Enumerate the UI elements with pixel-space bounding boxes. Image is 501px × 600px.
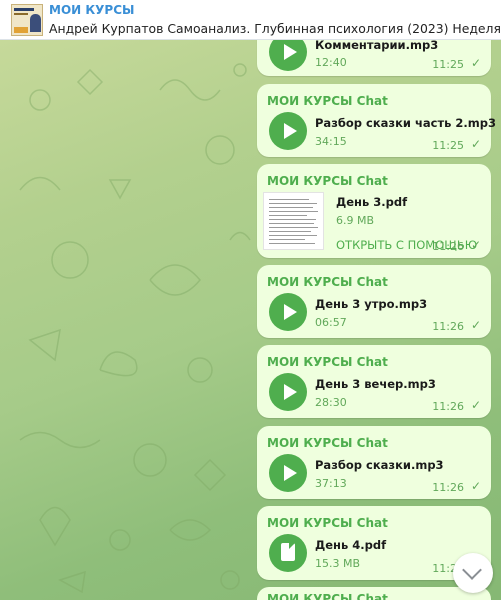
check-icon: ✓ (470, 479, 481, 493)
pinned-subtitle[interactable]: Андрей Курпатов Самоанализ. Глубинная пс… (49, 21, 501, 36)
file-name: День 3.pdf (336, 195, 408, 209)
file-size: 15.3 MB (315, 557, 361, 570)
play-icon[interactable] (269, 112, 307, 150)
message-bubble[interactable]: МОИ КУРСЫ Chat Разбор сказки часть 2.mp3… (257, 84, 496, 157)
audio-duration: 12:40 (315, 56, 347, 69)
sender-name[interactable]: МОИ КУРСЫ Chat (267, 355, 388, 369)
file-name: День 3 вечер.mp3 (315, 377, 436, 391)
sender-name[interactable]: МОИ КУРСЫ Chat (267, 174, 388, 188)
message-bubble[interactable]: МОИ КУРСЫ Chat Разбор сказки.mp3 37:13 1… (257, 426, 491, 499)
sender-name[interactable]: МОИ КУРСЫ Chat (267, 516, 388, 530)
chevron-down-icon (462, 560, 482, 580)
sender-name[interactable]: МОИ КУРСЫ Chat (267, 436, 388, 450)
pdf-thumbnail[interactable] (263, 192, 324, 250)
audio-duration: 28:30 (315, 396, 347, 409)
play-icon[interactable] (269, 293, 307, 331)
check-icon: ✓ (470, 318, 481, 332)
sender-name[interactable]: МОИ КУРСЫ Chat (267, 275, 388, 289)
message-bubble[interactable]: МОИ КУРСЫ Chat (257, 587, 491, 600)
file-name: Разбор сказки.mp3 (315, 458, 444, 472)
message-time: 11:26 (432, 400, 464, 413)
check-icon: ✓ (470, 398, 481, 412)
message-time: 11:26 (432, 481, 464, 494)
message-bubble[interactable]: МОИ КУРСЫ Chat День 3 вечер.mp3 28:30 11… (257, 345, 491, 418)
file-name: Разбор сказки часть 2.mp3 (315, 116, 496, 130)
sender-name[interactable]: МОИ КУРСЫ Chat (267, 94, 388, 108)
check-icon: ✓ (470, 137, 481, 151)
file-name: Комментарии.mp3 (315, 38, 439, 52)
message-bubble[interactable]: МОИ КУРСЫ Chat День 3 утро.mp3 06:57 11:… (257, 265, 491, 338)
document-icon[interactable] (269, 534, 307, 572)
message-time: 11:25 (432, 58, 464, 71)
play-icon[interactable] (269, 454, 307, 492)
message-bubble[interactable]: МОИ КУРСЫ Chat День 3.pdf 6.9 MB ОТКРЫТЬ… (257, 164, 491, 258)
check-icon: ✓ (470, 56, 481, 70)
message-time: 11:26 (432, 240, 464, 253)
file-name: День 3 утро.mp3 (315, 297, 428, 311)
scroll-down-button[interactable] (453, 553, 493, 593)
message-time: 11:26 (432, 320, 464, 333)
check-icon: ✓ (470, 238, 481, 252)
play-icon[interactable] (269, 373, 307, 411)
message-time: 11:25 (432, 139, 464, 152)
channel-title[interactable]: МОИ КУРСЫ (49, 3, 134, 17)
audio-duration: 37:13 (315, 477, 347, 490)
sender-name[interactable]: МОИ КУРСЫ Chat (267, 592, 388, 600)
audio-duration: 34:15 (315, 135, 347, 148)
chat-header: МОИ КУРСЫ Андрей Курпатов Самоанализ. Гл… (0, 0, 501, 40)
audio-duration: 06:57 (315, 316, 347, 329)
file-size: 6.9 MB (336, 214, 375, 227)
channel-avatar[interactable] (11, 4, 43, 36)
file-name: День 4.pdf (315, 538, 387, 552)
